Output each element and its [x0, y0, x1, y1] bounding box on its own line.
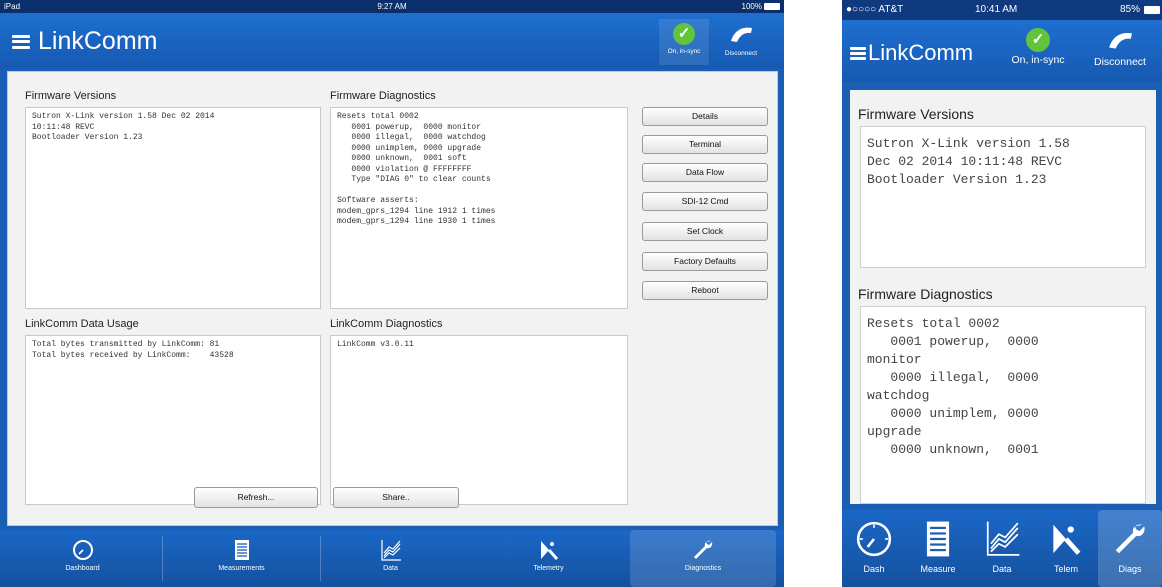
tab-label: Dash	[863, 564, 885, 574]
linkcomm-diagnostics-box: LinkComm v3.0.11	[330, 335, 628, 505]
screenshot-stage: iPad 9:27 AM 100% LinkComm ✓ On, in-sync…	[0, 0, 1162, 587]
data-flow-button[interactable]: Data Flow	[642, 163, 768, 182]
tab-data[interactable]: Data	[312, 530, 469, 587]
sdi12-cmd-button[interactable]: SDI-12 Cmd	[642, 192, 768, 211]
disconnect-label: Disconnect	[724, 50, 758, 57]
firmware-versions-title: Firmware Versions	[858, 106, 974, 122]
phone-handset-icon	[1109, 32, 1132, 49]
ipad-nav-bar: LinkComm ✓ On, in-sync Disconnect	[0, 13, 784, 69]
tab-telem[interactable]: Telem	[1034, 510, 1098, 587]
chart-lines-icon	[380, 540, 401, 561]
firmware-versions-title: Firmware Versions	[25, 90, 117, 102]
firmware-diagnostics-title: Firmware Diagnostics	[330, 90, 436, 102]
phone-tab-bar: Dash Measure Data Telem Diags	[842, 510, 1162, 587]
ipad-time: 9:27 AM	[377, 2, 407, 11]
tab-measure[interactable]: Measure	[906, 510, 970, 587]
list-icon	[926, 521, 950, 557]
linkcomm-diagnostics-title: LinkComm Diagnostics	[330, 318, 443, 330]
phone-status-bar: ●○○○○ AT&T 10:41 AM 85%	[842, 0, 1162, 20]
set-clock-button[interactable]: Set Clock	[642, 222, 768, 241]
check-circle-icon: ✓	[673, 23, 695, 45]
details-button[interactable]: Details	[642, 107, 768, 126]
tab-label: Measure	[920, 564, 956, 574]
tab-telemetry[interactable]: Telemetry	[470, 530, 627, 587]
app-brand[interactable]: LinkComm	[850, 40, 973, 66]
tab-label: Data	[992, 564, 1012, 574]
iphone-screen: ●○○○○ AT&T 10:41 AM 85% LinkComm ✓ On, i…	[842, 0, 1162, 587]
tab-diagnostics[interactable]: Diagnostics	[630, 530, 776, 587]
firmware-versions-box: Sutron X-Link version 1.58 Dec 02 2014 1…	[25, 107, 321, 309]
sync-label: On, in-sync	[1011, 54, 1065, 66]
chart-lines-icon	[986, 521, 1020, 556]
data-usage-title: LinkComm Data Usage	[25, 318, 139, 330]
tab-data[interactable]: Data	[970, 510, 1034, 587]
phone-carrier: ●○○○○ AT&T	[846, 4, 904, 15]
ipad-status-bar: iPad 9:27 AM 100%	[0, 0, 784, 13]
wrench-icon	[1115, 524, 1145, 554]
disconnect-label: Disconnect	[1094, 56, 1146, 68]
list-icon	[234, 540, 249, 560]
tab-label: Telemetry	[533, 565, 564, 572]
ipad-battery-text: 100%	[741, 2, 762, 11]
reboot-button[interactable]: Reboot	[642, 281, 768, 300]
app-brand[interactable]: LinkComm	[12, 27, 157, 56]
firmware-diagnostics-box: Resets total 0002 0001 powerup, 0000 mon…	[330, 107, 628, 309]
phone-nav-bar: LinkComm ✓ On, in-sync Disconnect	[842, 20, 1162, 82]
tab-diags[interactable]: Diags	[1098, 510, 1162, 587]
phone-time: 10:41 AM	[975, 4, 1018, 15]
data-usage-box: Total bytes transmitted by LinkComm: 81 …	[25, 335, 321, 505]
gauge-icon	[856, 521, 892, 557]
disconnect-button[interactable]: Disconnect	[716, 19, 766, 65]
ipad-tab-bar: Dashboard Measurements Data Telemetry Di…	[0, 530, 784, 587]
factory-defaults-button[interactable]: Factory Defaults	[642, 252, 768, 271]
firmware-diagnostics-title: Firmware Diagnostics	[858, 286, 993, 302]
wrench-icon	[694, 540, 713, 559]
gauge-icon	[72, 540, 93, 560]
refresh-button[interactable]: Refresh...	[194, 487, 318, 508]
tab-label: Diags	[1118, 564, 1142, 574]
sync-status-button[interactable]: ✓ On, in-sync	[659, 19, 709, 65]
satellite-dish-icon	[1053, 524, 1081, 555]
tab-measurements[interactable]: Measurements	[163, 530, 320, 587]
phone-diagnostics-panel: Firmware Versions Sutron X-Link version …	[850, 90, 1156, 504]
firmware-versions-box: Sutron X-Link version 1.58 Dec 02 2014 1…	[860, 126, 1146, 268]
diagnostics-panel: Firmware Versions Sutron X-Link version …	[7, 71, 778, 526]
app-title: LinkComm	[868, 40, 974, 65]
share-button[interactable]: Share..	[333, 487, 459, 508]
menu-icon[interactable]	[850, 46, 866, 60]
sync-status-button[interactable]: ✓ On, in-sync	[1000, 28, 1076, 66]
phone-handset-icon	[731, 27, 752, 42]
ipad-carrier: iPad	[4, 2, 21, 11]
check-circle-icon: ✓	[1026, 28, 1050, 52]
app-title: LinkComm	[38, 27, 158, 55]
tab-label: Dashboard	[65, 565, 100, 572]
tab-label: Telem	[1053, 564, 1078, 574]
terminal-button[interactable]: Terminal	[642, 135, 768, 154]
tab-dashboard[interactable]: Dashboard	[4, 530, 161, 587]
firmware-diagnostics-box: Resets total 0002 0001 powerup, 0000 mon…	[860, 306, 1146, 504]
battery-icon	[1144, 6, 1160, 14]
tab-label: Data	[383, 565, 398, 572]
disconnect-button[interactable]: Disconnect	[1080, 28, 1160, 68]
satellite-dish-icon	[540, 541, 558, 560]
sync-label: On, in-sync	[667, 48, 701, 55]
battery-icon	[764, 3, 780, 10]
tab-label: Measurements	[218, 565, 265, 572]
phone-battery-text: 85%	[1119, 4, 1140, 15]
tab-dash[interactable]: Dash	[842, 510, 906, 587]
tab-label: Diagnostics	[684, 565, 722, 572]
menu-icon[interactable]	[12, 34, 30, 49]
ipad-screen: iPad 9:27 AM 100% LinkComm ✓ On, in-sync…	[0, 0, 784, 587]
